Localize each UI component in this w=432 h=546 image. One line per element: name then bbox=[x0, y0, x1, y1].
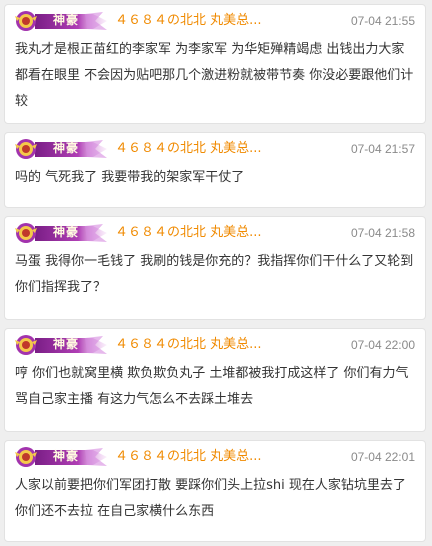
comment-card: 神豪 ４６８４の北北 丸美总... 07-04 22:01 人家以前要把你们军团… bbox=[4, 440, 426, 542]
comment-text: 吗的 气死我了 我要带我的架家军干仗了 bbox=[15, 170, 245, 185]
comment-text: 我丸才是根正苗红的李家军 为李家军 为华矩殚精竭虑 出钱出力大家都看在眼里 不会… bbox=[15, 42, 414, 109]
comment-text: 哼 你们也就窝里横 欺负欺负丸子 土堆都被我打成这样了 你们有力气骂自己家主播 … bbox=[15, 366, 409, 407]
comment-time: 07-04 22:01 bbox=[350, 450, 415, 464]
comment-time: 07-04 21:58 bbox=[350, 226, 415, 240]
comment-header: 神豪 ４６８４の北北 丸美总... 07-04 22:01 bbox=[5, 441, 425, 469]
comment-text: 人家以前要把你们军团打散 要踩你们头上拉shi 现在人家钻坑里去了 你们还不去拉… bbox=[15, 478, 406, 519]
badge-label: 神豪 bbox=[52, 337, 79, 351]
comment-header: 神豪 ４６８４の北北 丸美总... 07-04 21:57 bbox=[5, 133, 425, 161]
username-link[interactable]: ４６８４の北北 丸美总... bbox=[115, 224, 315, 242]
badge-label: 神豪 bbox=[52, 141, 79, 155]
comment-time: 07-04 22:00 bbox=[350, 338, 415, 352]
comment-card: 神豪 ４６８４の北北 丸美总... 07-04 21:55 我丸才是根正苗红的李… bbox=[4, 4, 426, 124]
rank-badge: 神豪 bbox=[15, 334, 109, 356]
comment-time: 07-04 21:57 bbox=[350, 142, 415, 156]
badge-label: 神豪 bbox=[52, 449, 79, 463]
rank-badge: 神豪 bbox=[15, 10, 109, 32]
username-link[interactable]: ４６８４の北北 丸美总... bbox=[115, 448, 315, 466]
comment-header: 神豪 ４６８４の北北 丸美总... 07-04 22:00 bbox=[5, 329, 425, 357]
rank-badge: 神豪 bbox=[15, 446, 109, 468]
username-link[interactable]: ４６８４の北北 丸美总... bbox=[115, 12, 315, 30]
badge-label: 神豪 bbox=[52, 13, 79, 27]
badge-label: 神豪 bbox=[52, 225, 79, 239]
comment-card: 神豪 ４６８４の北北 丸美总... 07-04 21:58 马蛋 我得你一毛钱了… bbox=[4, 216, 426, 320]
comment-header: 神豪 ４６８４の北北 丸美总... 07-04 21:58 bbox=[5, 217, 425, 245]
comment-text: 马蛋 我得你一毛钱了 我刷的钱是你充的？我指挥你们干什么了又轮到你们指挥我了？ bbox=[15, 254, 414, 295]
username-link[interactable]: ４６８４の北北 丸美总... bbox=[115, 140, 315, 158]
comment-card: 神豪 ４６８４の北北 丸美总... 07-04 21:57 吗的 气死我了 我要… bbox=[4, 132, 426, 208]
comment-card: 神豪 ４６８４の北北 丸美总... 07-04 22:00 哼 你们也就窝里横 … bbox=[4, 328, 426, 432]
comment-header: 神豪 ４６８４の北北 丸美总... 07-04 21:55 bbox=[5, 5, 425, 33]
rank-badge: 神豪 bbox=[15, 138, 109, 160]
comment-time: 07-04 21:55 bbox=[350, 14, 415, 28]
rank-badge: 神豪 bbox=[15, 222, 109, 244]
comment-feed: 神豪 ４６８４の北北 丸美总... 07-04 21:55 我丸才是根正苗红的李… bbox=[0, 0, 432, 546]
username-link[interactable]: ４６８４の北北 丸美总... bbox=[115, 336, 315, 354]
